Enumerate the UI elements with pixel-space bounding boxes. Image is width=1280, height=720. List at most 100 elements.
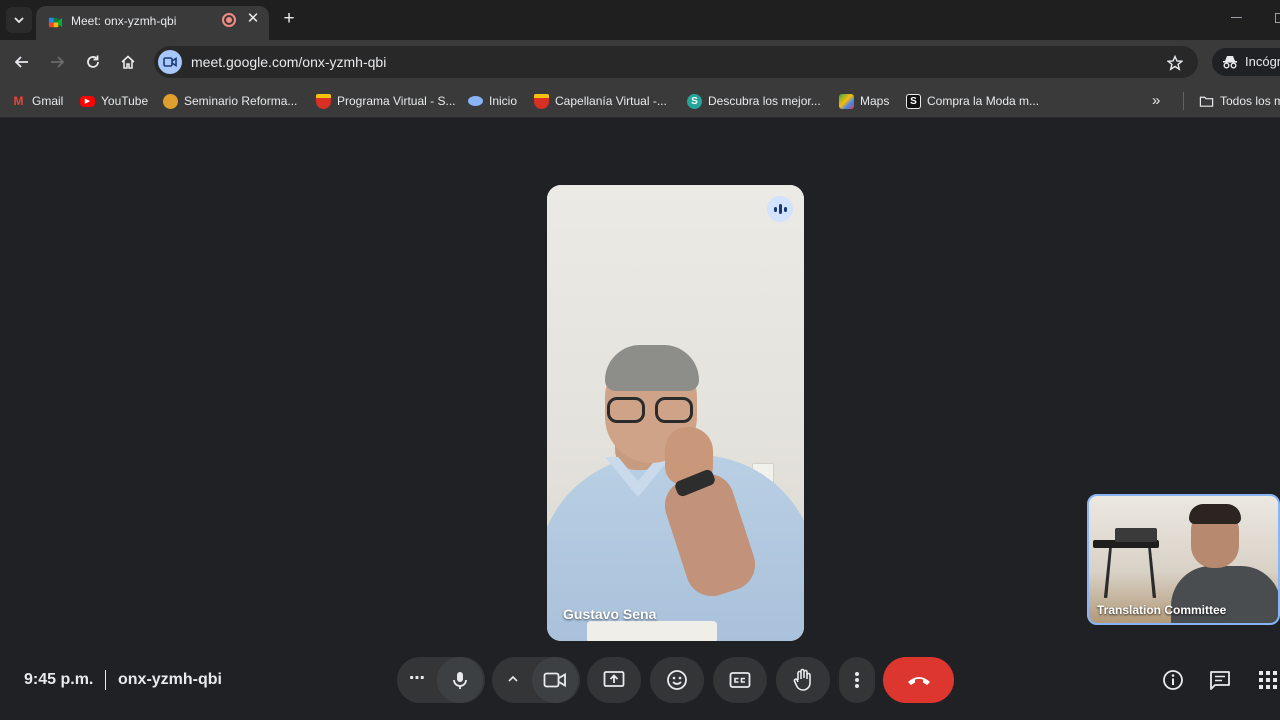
present-screen-icon — [603, 671, 625, 687]
incognito-icon — [1223, 56, 1237, 69]
bookmark-seminario[interactable]: Seminario Reforma... — [163, 91, 297, 111]
youtube-icon: ▶ — [80, 95, 95, 107]
more-vert-icon — [855, 672, 859, 688]
s-globe-icon: S — [687, 93, 702, 109]
bookmarks-bar: M Gmail ▶ YouTube Seminario Reforma... P… — [0, 84, 1280, 118]
folder-icon — [1199, 96, 1214, 107]
chevron-up-icon — [508, 675, 518, 682]
raise-hand-icon — [793, 668, 811, 691]
camera-group — [492, 657, 580, 703]
bookmark-star-button[interactable] — [1165, 53, 1185, 73]
chat-icon — [1210, 671, 1230, 690]
reload-button[interactable] — [81, 50, 105, 74]
info-icon — [1163, 670, 1183, 690]
reload-icon — [87, 55, 99, 68]
raise-hand-button[interactable] — [776, 657, 830, 703]
leave-call-button[interactable] — [883, 657, 954, 703]
shield-icon — [316, 93, 331, 109]
site-info-icon[interactable] — [158, 50, 182, 74]
video-book — [587, 621, 717, 641]
tab-strip: Meet: onx-yzmh-qbi ✕ + — [0, 0, 1280, 40]
bookmark-label: Programa Virtual - S... — [337, 94, 456, 108]
minimize-window-button[interactable] — [1231, 17, 1242, 18]
tab-title: Meet: onx-yzmh-qbi — [71, 14, 177, 28]
bookmark-gmail[interactable]: M Gmail — [11, 91, 64, 111]
microphone-group: ⋯ — [397, 657, 485, 703]
bookmark-youtube[interactable]: ▶ YouTube — [80, 91, 148, 111]
browser-toolbar: meet.google.com/onx-yzmh-qbi Incógn — [0, 40, 1280, 84]
bookmarks-divider — [1183, 92, 1184, 110]
bookmark-label: Compra la Moda m... — [927, 94, 1040, 108]
bookmark-label: Seminario Reforma... — [184, 94, 298, 108]
bookmark-label: Inicio — [489, 94, 518, 108]
participant-name: Gustavo Sena — [563, 606, 657, 622]
meeting-details-button[interactable] — [1161, 668, 1185, 692]
bookmark-programa-virtual[interactable]: Programa Virtual - S... — [316, 91, 456, 111]
home-icon — [121, 55, 135, 69]
bookmark-maps[interactable]: Maps — [839, 91, 889, 111]
activities-button[interactable] — [1256, 668, 1280, 692]
close-tab-icon[interactable]: ✕ — [245, 11, 261, 27]
bookmark-capellania[interactable]: Capellanía Virtual -... — [534, 91, 667, 111]
camera-button[interactable] — [532, 657, 578, 703]
forward-arrow-icon — [51, 56, 65, 68]
meeting-code: onx-yzmh-qbi — [118, 671, 222, 688]
forward-button[interactable] — [45, 50, 69, 74]
new-tab-button[interactable]: + — [280, 9, 298, 28]
meeting-info-divider — [105, 670, 106, 690]
address-bar[interactable]: meet.google.com/onx-yzmh-qbi — [154, 46, 1198, 78]
maximize-window-button[interactable] — [1275, 13, 1280, 23]
back-button[interactable] — [10, 50, 34, 74]
maps-icon — [839, 93, 854, 109]
meet-favicon-icon — [48, 17, 63, 28]
inicio-icon — [468, 96, 483, 106]
closed-captions-icon — [729, 672, 751, 688]
video-laptop — [1115, 528, 1157, 542]
present-screen-button[interactable] — [587, 657, 641, 703]
speaking-indicator-icon — [767, 196, 793, 222]
tab-search-button[interactable] — [6, 7, 32, 33]
microphone-icon — [453, 672, 467, 689]
bookmark-inicio[interactable]: Inicio — [468, 91, 517, 111]
camera-icon — [543, 672, 566, 688]
bookmark-all-bookmarks[interactable]: Todos los m — [1199, 91, 1280, 111]
captions-button[interactable] — [713, 657, 767, 703]
bookmark-compra-moda[interactable]: S Compra la Moda m... — [906, 91, 1039, 111]
chat-button[interactable] — [1208, 668, 1232, 692]
meeting-clock: 9:45 p.m. — [24, 671, 94, 688]
chevron-down-icon — [14, 17, 24, 24]
url-text: meet.google.com/onx-yzmh-qbi — [191, 54, 387, 70]
bookmark-label: Descubra los mejor... — [708, 94, 821, 108]
reactions-button[interactable] — [650, 657, 704, 703]
participant-tile-self[interactable]: Translation Committee — [1087, 494, 1280, 625]
more-bookmarks-icon[interactable]: » — [1152, 92, 1160, 109]
star-icon — [1167, 55, 1183, 71]
video-keyboard-stand — [1103, 544, 1157, 598]
home-button[interactable] — [116, 50, 140, 74]
bookmark-label: Gmail — [32, 94, 64, 108]
apps-grid-icon — [1259, 671, 1277, 689]
seminario-icon — [163, 93, 178, 109]
recording-indicator-icon — [222, 13, 236, 27]
participant-name: Translation Committee — [1097, 603, 1227, 617]
hang-up-icon — [907, 677, 930, 685]
participant-tile-main[interactable]: Gustavo Sena — [547, 185, 804, 641]
back-arrow-icon — [14, 56, 28, 68]
more-options-button[interactable] — [839, 657, 875, 703]
bookmark-label: Maps — [860, 94, 890, 108]
video-person-hair — [605, 345, 699, 391]
emoji-icon — [667, 670, 687, 690]
incognito-badge[interactable]: Incógn — [1212, 48, 1280, 76]
bookmark-label: Capellanía Virtual -... — [555, 94, 667, 108]
video-settings-chevron[interactable] — [506, 672, 520, 686]
video-person-glasses — [607, 397, 695, 425]
incognito-label: Incógn — [1245, 54, 1280, 69]
audio-settings-more-icon[interactable]: ⋯ — [409, 668, 425, 688]
bookmark-descubra[interactable]: S Descubra los mejor... — [687, 91, 821, 111]
gmail-icon: M — [13, 94, 24, 108]
microphone-button[interactable] — [437, 657, 483, 703]
shield-icon — [534, 93, 549, 109]
s-letter-icon: S — [906, 93, 921, 109]
bookmark-label: YouTube — [101, 94, 149, 108]
active-tab[interactable]: Meet: onx-yzmh-qbi ✕ — [36, 6, 269, 40]
